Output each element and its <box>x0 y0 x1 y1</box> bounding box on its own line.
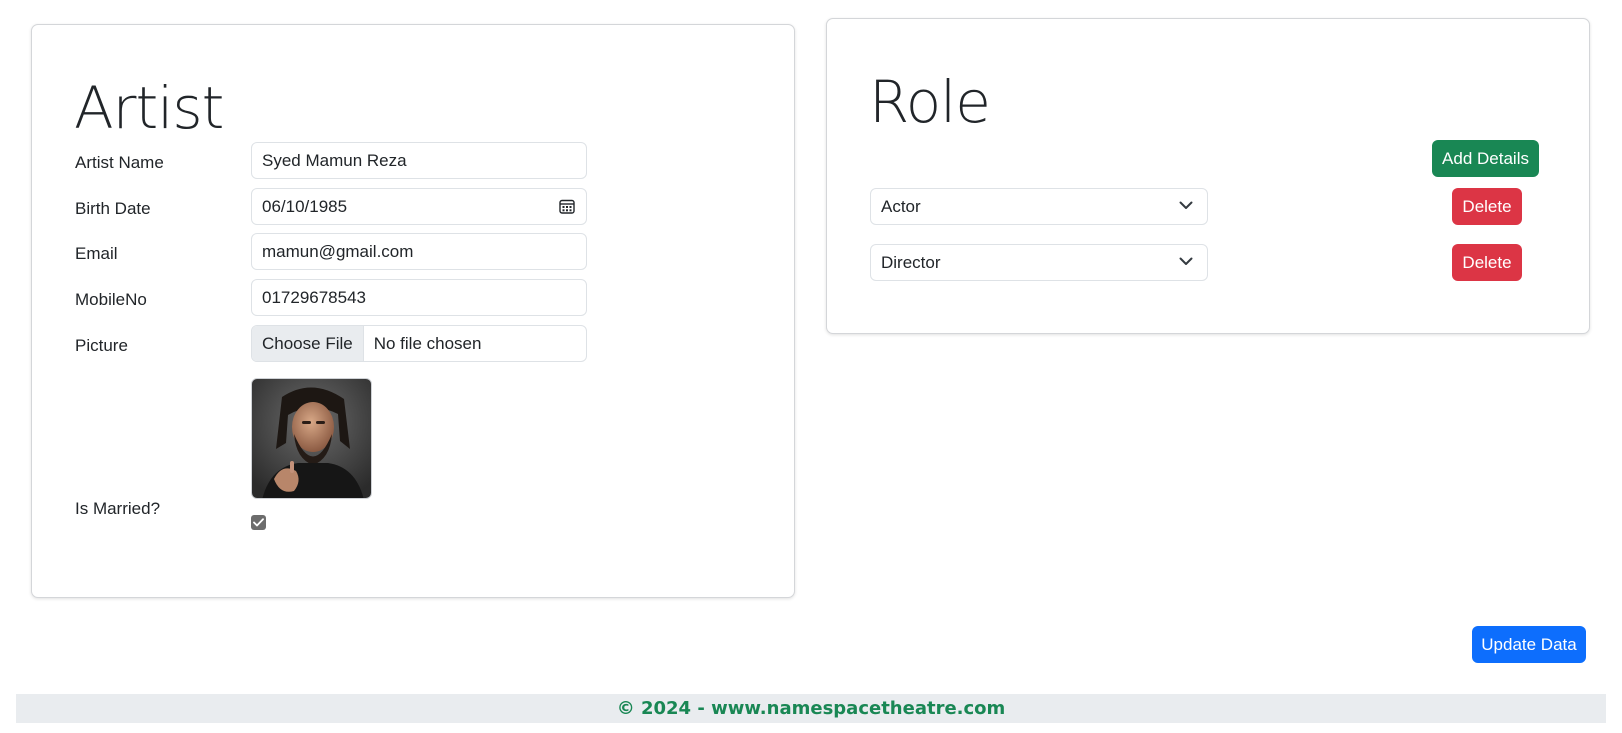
married-label: Is Married? <box>75 499 161 518</box>
email-field[interactable] <box>251 233 587 270</box>
footer: © 2024 - www.namespacetheatre.com <box>16 694 1606 723</box>
artist-name-label: Artist Name <box>75 153 164 172</box>
artist-photo <box>251 378 372 499</box>
add-details-button[interactable]: Add Details <box>1432 140 1539 177</box>
choose-file-button[interactable]: Choose File <box>252 326 364 361</box>
birth-date-input[interactable] <box>251 188 587 225</box>
picture-label: Picture <box>75 336 128 355</box>
delete-role-1-button[interactable]: Delete <box>1452 188 1522 225</box>
artist-card: Artist Artist Name Birth Date Email Mobi… <box>31 24 795 598</box>
footer-text: © 2024 - www.namespacetheatre.com <box>616 698 1006 719</box>
picture-file-input[interactable]: Choose File No file chosen <box>251 325 587 362</box>
artist-name-input[interactable] <box>251 142 587 179</box>
artist-title: Artist <box>74 74 224 142</box>
file-status: No file chosen <box>373 334 482 353</box>
email-label: Email <box>75 244 118 263</box>
role-select-1-value: Actor <box>881 197 921 216</box>
chevron-down-icon <box>1179 257 1193 265</box>
mobile-label: MobileNo <box>75 290 147 309</box>
birth-date-label: Birth Date <box>75 199 151 218</box>
update-data-button[interactable]: Update Data <box>1472 626 1586 663</box>
role-select-2[interactable]: Director <box>870 244 1208 281</box>
role-select-1[interactable]: Actor <box>870 188 1208 225</box>
delete-role-2-button[interactable]: Delete <box>1452 244 1522 281</box>
birth-date-field <box>251 188 587 225</box>
mobile-field[interactable] <box>251 279 587 316</box>
role-card: Role Add Details Actor Delete Director D… <box>826 18 1590 334</box>
calendar-icon[interactable] <box>559 198 575 214</box>
role-title: Role <box>869 68 991 136</box>
chevron-down-icon <box>1179 201 1193 209</box>
checkmark-icon <box>253 518 264 527</box>
married-checkbox[interactable] <box>251 515 266 530</box>
role-select-2-value: Director <box>881 253 941 272</box>
